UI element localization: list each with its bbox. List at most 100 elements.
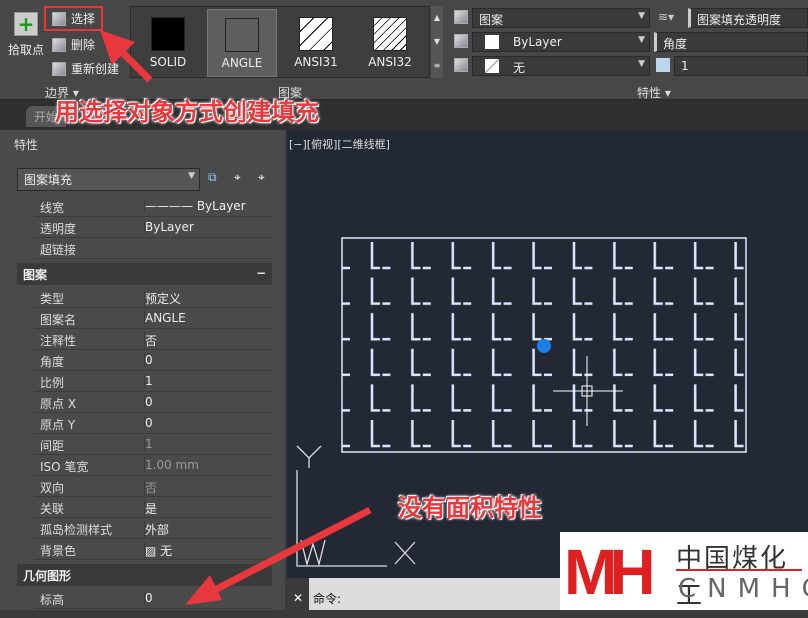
chevron-down-icon: ▼ bbox=[638, 11, 645, 21]
hatch-drawing bbox=[296, 237, 747, 567]
recreate-button[interactable]: 重新创建 bbox=[52, 60, 119, 77]
property-row[interactable]: 标高 0 bbox=[34, 588, 272, 609]
pattern-ansi32[interactable]: ANSI32 bbox=[355, 9, 425, 77]
close-icon[interactable]: ✕ bbox=[287, 578, 309, 610]
properties-panel-label[interactable]: 特性 ▾ bbox=[637, 84, 671, 101]
section-title: 图案 bbox=[23, 268, 48, 282]
property-name: 线宽 bbox=[40, 201, 65, 215]
property-value: 1.00 mm bbox=[144, 458, 199, 472]
property-name: 类型 bbox=[40, 292, 65, 306]
property-row[interactable]: 背景色 ▨ 无 bbox=[34, 539, 272, 560]
property-value: 0 bbox=[144, 395, 153, 409]
select-label: 选择 bbox=[71, 12, 96, 26]
section-title: 几何图形 bbox=[23, 569, 72, 583]
hatch-color-icon bbox=[454, 34, 468, 48]
pattern-gallery: SOLID ANGLE ANSI31 ANSI32 bbox=[130, 6, 430, 78]
property-row[interactable]: 原点 Y 0 bbox=[34, 413, 272, 434]
color-swatch bbox=[485, 35, 499, 49]
property-name: 原点 Y bbox=[40, 418, 76, 432]
select-icon bbox=[52, 11, 66, 26]
property-value: 是 bbox=[144, 500, 158, 517]
logo-divider bbox=[676, 569, 802, 571]
background-color-icon bbox=[454, 58, 468, 72]
quick-select-icon[interactable]: ⧉ bbox=[208, 170, 217, 185]
property-row[interactable]: 透明度 ByLayer bbox=[34, 217, 272, 238]
background-color-dropdown[interactable]: 无 ▼ bbox=[472, 56, 650, 76]
property-value: ▨ 无 bbox=[144, 542, 173, 559]
section-geometry[interactable]: 几何图形 bbox=[17, 564, 272, 586]
property-value: ———— ByLayer bbox=[144, 199, 246, 213]
command-prompt: 命令: bbox=[313, 592, 342, 606]
property-row[interactable]: 超链接 bbox=[34, 238, 272, 259]
hatch-color-dropdown[interactable]: ByLayer ▼ bbox=[472, 32, 650, 52]
property-row[interactable]: 关联 是 bbox=[34, 497, 272, 518]
angle-swatch bbox=[225, 18, 259, 52]
property-name: 图案名 bbox=[40, 313, 77, 327]
logo-en: CNMHG bbox=[678, 574, 808, 604]
pattern-ansi31[interactable]: ANSI31 bbox=[281, 9, 351, 77]
property-name: 间距 bbox=[40, 439, 65, 453]
layers-icon[interactable]: ≋▾ bbox=[658, 10, 674, 24]
property-row[interactable]: 比例 1 bbox=[34, 371, 272, 392]
transparency-field[interactable]: 图案填充透明度 bbox=[688, 8, 808, 28]
plus-icon: + bbox=[14, 12, 38, 36]
pattern-name: SOLID bbox=[149, 55, 187, 69]
property-name: 透明度 bbox=[40, 222, 77, 236]
remove-label: 删除 bbox=[71, 38, 96, 52]
property-value: ANGLE bbox=[144, 311, 186, 325]
property-value: 0 bbox=[144, 416, 153, 430]
pattern-name: ANGLE bbox=[221, 56, 263, 70]
property-name: 背景色 bbox=[40, 544, 77, 558]
pattern-name: ANSI32 bbox=[368, 55, 412, 69]
property-row[interactable]: 图案名 ANGLE bbox=[34, 308, 272, 329]
chevron-down-icon: ▼ bbox=[638, 59, 645, 69]
object-type-dropdown[interactable]: 图案填充 ▼ bbox=[17, 168, 200, 191]
object-type-value: 图案填充 bbox=[24, 173, 73, 187]
gallery-scroll[interactable]: ▲ ▼ ≡ bbox=[431, 6, 443, 78]
property-row[interactable]: 注释性 否 bbox=[34, 329, 272, 350]
ribbon: + 拾取点 选择 删除 重新创建 边界 ▾ SOLID ANGLE ANSI31… bbox=[0, 0, 808, 100]
property-value: 否 bbox=[144, 479, 158, 496]
property-row[interactable]: 线宽 ———— ByLayer bbox=[34, 196, 272, 217]
property-row[interactable]: 双向 否 bbox=[34, 476, 272, 497]
property-name: 标高 bbox=[40, 593, 65, 607]
property-row[interactable]: 原点 X 0 bbox=[34, 392, 272, 413]
angle-field[interactable]: 角度 bbox=[654, 32, 808, 52]
pattern-solid[interactable]: SOLID bbox=[133, 9, 203, 77]
watermark-logo: MH 中国煤化工 CNMHG bbox=[560, 532, 808, 611]
solid-swatch bbox=[151, 17, 185, 51]
property-row[interactable]: 类型 预定义 bbox=[34, 287, 272, 308]
hatch-grip[interactable] bbox=[537, 339, 551, 353]
pattern-angle[interactable]: ANGLE bbox=[207, 9, 277, 77]
section-pattern[interactable]: 图案 − bbox=[17, 263, 272, 285]
property-value: 1 bbox=[144, 437, 153, 451]
property-value: 否 bbox=[144, 332, 158, 349]
hatch-type-icon bbox=[454, 10, 468, 24]
scale-field[interactable]: 1 bbox=[674, 56, 808, 76]
annotation-bottom: 没有面积特性 bbox=[398, 494, 542, 522]
pattern-name: ANSI31 bbox=[294, 55, 338, 69]
recreate-label: 重新创建 bbox=[71, 62, 120, 76]
property-row[interactable]: ISO 笔宽 1.00 mm bbox=[34, 455, 272, 476]
select-button[interactable]: 选择 bbox=[44, 6, 104, 31]
property-name: 双向 bbox=[40, 481, 65, 495]
remove-button[interactable]: 删除 bbox=[52, 36, 95, 53]
property-name: 关联 bbox=[40, 502, 65, 516]
chevron-down-icon: ▼ bbox=[188, 171, 195, 181]
pickadd-icon[interactable]: ⌖ bbox=[258, 170, 265, 185]
pick-points-button[interactable]: + 拾取点 bbox=[8, 12, 44, 58]
logo-mark: MH bbox=[564, 536, 656, 608]
none-swatch bbox=[485, 59, 499, 73]
drawing-canvas[interactable]: [−][俯视][二维线框] bbox=[287, 130, 808, 580]
property-row[interactable]: 角度 0 bbox=[34, 350, 272, 371]
property-row[interactable]: 间距 1 bbox=[34, 434, 272, 455]
property-name: 原点 X bbox=[40, 397, 77, 411]
hatch-type-value: 图案 bbox=[479, 13, 504, 27]
property-row[interactable]: 孤岛检测样式 外部 bbox=[34, 518, 272, 539]
hatch-type-dropdown[interactable]: 图案 ▼ bbox=[472, 8, 650, 28]
recreate-icon bbox=[52, 61, 66, 76]
pick-points-label: 拾取点 bbox=[8, 43, 45, 57]
ansi31-swatch bbox=[299, 17, 333, 51]
select-objects-icon[interactable]: ⌖ bbox=[234, 170, 241, 185]
property-value: 预定义 bbox=[144, 290, 182, 307]
